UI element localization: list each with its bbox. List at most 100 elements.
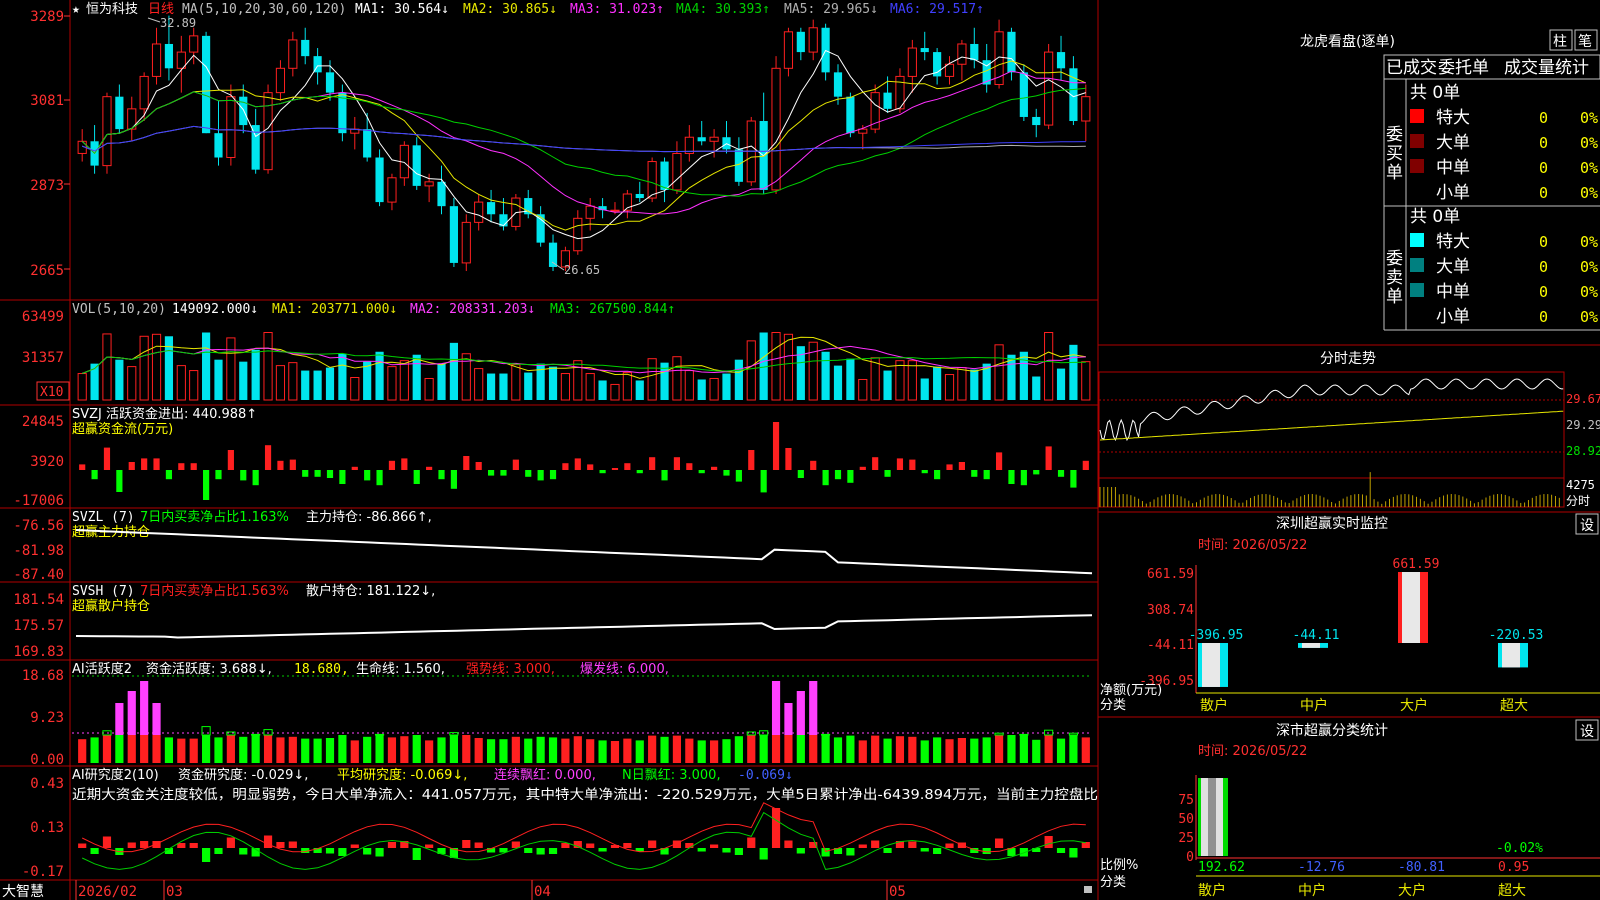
svzj-bar bbox=[884, 470, 891, 477]
activity-bar bbox=[722, 739, 731, 763]
svzj-bar bbox=[277, 460, 284, 470]
class-val-mid: -12.76 bbox=[1298, 860, 1345, 875]
volume-bar bbox=[338, 353, 347, 400]
research-bar bbox=[871, 840, 880, 848]
volume-bar bbox=[424, 377, 434, 401]
activity-bar bbox=[809, 735, 818, 763]
svzj-bar bbox=[215, 470, 222, 480]
research-bar bbox=[598, 848, 607, 852]
research-bar bbox=[387, 842, 397, 848]
research-bar bbox=[710, 844, 719, 848]
ai1-l2: 资金活跃度: 3.688↓, bbox=[146, 661, 272, 677]
sell-row-label: 中单 bbox=[1436, 282, 1470, 302]
activity-bar bbox=[598, 740, 607, 763]
candle-body bbox=[412, 145, 421, 186]
svzj-header: SVZJ 活跃资金进出: 440.988↑ 超赢资金流(万元) bbox=[72, 406, 257, 437]
ai2-ytick: 0.43 bbox=[30, 776, 64, 792]
tab-done[interactable]: 已成交 bbox=[1386, 58, 1437, 78]
svzj-yaxis: 24845 3920 -17006 bbox=[13, 414, 64, 509]
candle-body bbox=[548, 242, 558, 267]
volume-bar bbox=[474, 368, 484, 401]
volume-bar bbox=[437, 363, 446, 400]
candle-body bbox=[449, 206, 458, 263]
svsh-ytick: 169.83 bbox=[13, 644, 64, 660]
research-bar bbox=[722, 848, 731, 853]
monitor-ytick: 661.59 bbox=[1147, 567, 1194, 582]
svzj-bar bbox=[165, 470, 173, 480]
volume-bar bbox=[486, 373, 496, 400]
sell-row-swatch bbox=[1410, 258, 1424, 272]
ma5-label: MA5: 29.965↓ bbox=[784, 2, 878, 17]
volume-bar bbox=[412, 354, 421, 400]
candle-body bbox=[387, 177, 397, 203]
activity-bar-top bbox=[784, 703, 793, 735]
monitor-category: 中户 bbox=[1300, 697, 1328, 714]
candle-body bbox=[635, 193, 644, 199]
volume-bar bbox=[226, 337, 236, 401]
research-bar bbox=[338, 848, 347, 856]
ai1-l4: 生命线: 1.560, bbox=[356, 661, 445, 677]
volume-bar bbox=[610, 383, 620, 401]
buy-row-label: 小单 bbox=[1436, 183, 1470, 203]
svzj-bar bbox=[240, 470, 247, 481]
research-bar bbox=[759, 848, 768, 860]
candle-body bbox=[585, 205, 595, 219]
candle-body bbox=[151, 43, 162, 77]
vol-ytick: 31357 bbox=[22, 350, 64, 366]
tab-orders[interactable]: 委托单 bbox=[1438, 58, 1489, 78]
svsh-label3: 散户持仓: 181.122↓, bbox=[306, 583, 435, 599]
svzl-header: SVZL (7) 7日内买卖净占比1.163% 主力持仓: -86.866↑, … bbox=[72, 509, 432, 540]
svzl-ytick: -81.98 bbox=[13, 543, 64, 559]
candle-body bbox=[486, 202, 496, 215]
svzl-label3: 主力持仓: -86.866↑, bbox=[306, 510, 432, 525]
ai2-ytick: -0.17 bbox=[22, 864, 64, 880]
bar-mode-button[interactable]: 柱 bbox=[1549, 29, 1573, 51]
buy-row-value: 0 bbox=[1539, 159, 1548, 177]
research-bar bbox=[214, 848, 223, 854]
sell-row-swatch bbox=[1410, 283, 1424, 297]
activity-bar bbox=[102, 735, 112, 763]
activity-bar bbox=[152, 735, 161, 763]
candle-body bbox=[610, 209, 620, 212]
svzj-bar bbox=[624, 463, 631, 470]
volume-bar bbox=[647, 358, 657, 401]
activity-bar bbox=[710, 740, 719, 763]
monitor-settings-label: 设 bbox=[1580, 518, 1594, 534]
buy-total: 共 0单 bbox=[1410, 83, 1460, 103]
monitor-settings-button[interactable]: 设 bbox=[1575, 513, 1599, 535]
volume-bar bbox=[994, 344, 1004, 401]
intraday-unit: 分时 bbox=[1566, 494, 1590, 508]
research-bar bbox=[375, 848, 384, 857]
research-bar bbox=[474, 842, 483, 848]
svzj-bar bbox=[611, 468, 619, 470]
activity-bar bbox=[1032, 739, 1041, 763]
activity-bar-top bbox=[201, 726, 211, 736]
monitor-category: 散户 bbox=[1200, 697, 1228, 714]
volume-bar bbox=[176, 365, 186, 401]
activity-bar bbox=[338, 735, 347, 763]
svzj-bar bbox=[958, 462, 965, 470]
volume-bar bbox=[598, 380, 607, 400]
tab-volume-stats[interactable]: 成交量统计 bbox=[1504, 58, 1589, 78]
volume-bar bbox=[263, 332, 273, 401]
svzj-bar bbox=[438, 470, 445, 480]
svzj-bar bbox=[574, 458, 581, 470]
intraday-volume bbox=[1099, 472, 1560, 507]
class-cat-big: 大户 bbox=[1398, 882, 1426, 899]
activity-bar bbox=[511, 736, 520, 763]
candle-body bbox=[164, 43, 174, 69]
class-settings-button[interactable]: 设 bbox=[1575, 719, 1599, 741]
tick-mode-button[interactable]: 笔 bbox=[1574, 29, 1598, 51]
monitor-bar-label: 661.59 bbox=[1393, 557, 1440, 572]
main-ytick: 3289 bbox=[30, 9, 64, 25]
activity-bar bbox=[586, 739, 595, 763]
volume-bar bbox=[833, 365, 843, 400]
candle-body bbox=[1044, 51, 1054, 126]
ma-params: MA(5,10,20,30,60,120) bbox=[182, 2, 346, 17]
activity-bar bbox=[214, 737, 223, 763]
candle-body bbox=[275, 67, 286, 94]
main-yaxis: 3289 3081 2873 2665 bbox=[30, 9, 64, 279]
activity-bar bbox=[871, 735, 880, 763]
svzj-bar bbox=[252, 470, 259, 486]
activity-bar bbox=[1056, 738, 1066, 763]
